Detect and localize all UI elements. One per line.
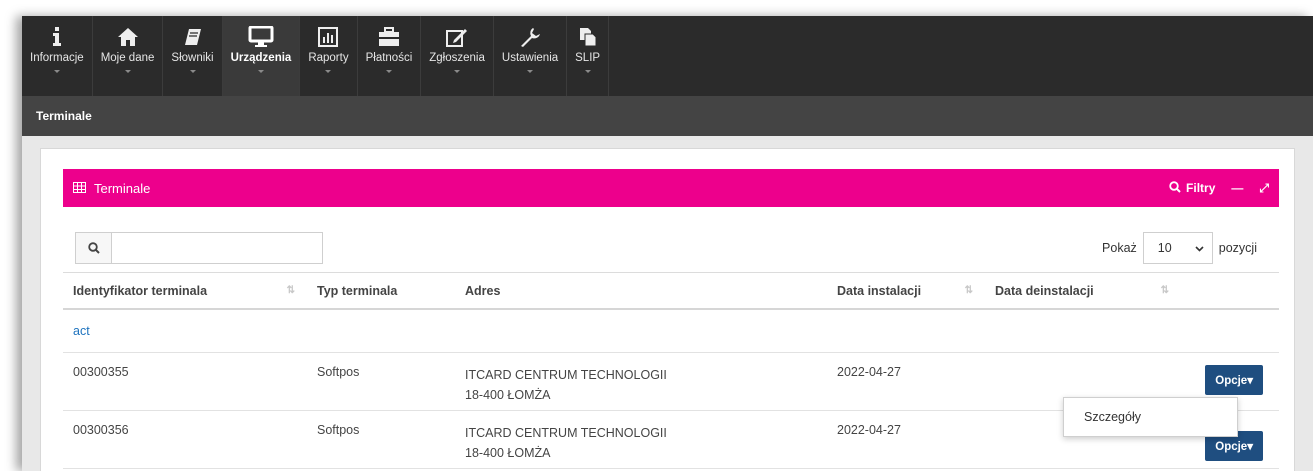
info-icon [51, 24, 63, 50]
address-line-1: ITCARD CENTRUM TECHNOLOGII [465, 425, 667, 440]
column-header-install-date[interactable]: Data instalacji ⇅ [827, 273, 985, 310]
terminal-id: 00300355 [63, 352, 307, 411]
nav-item-zgloszenia[interactable]: Zgłoszenia [421, 16, 494, 96]
address-line-2: 18-400 ŁOMŻA [465, 445, 551, 460]
caret-down-icon: ▾ [1247, 440, 1253, 453]
nav-label: Zgłoszenia [429, 52, 485, 64]
sort-icon: ⇅ [286, 285, 295, 296]
nav-item-platnosci[interactable]: Płatności [358, 16, 422, 96]
nav-item-slip[interactable]: SLIP [567, 16, 610, 96]
terminals-table: Identyfikator terminala ⇅ Typ terminala A… [63, 273, 1279, 469]
column-header-id[interactable]: Identyfikator terminala ⇅ [63, 273, 307, 310]
terminal-type: Softpos [307, 410, 455, 469]
nav-label: SLIP [575, 52, 601, 64]
filters-label: Filtry [1186, 181, 1216, 195]
edit-icon [446, 24, 468, 50]
panel-title-text: Terminale [94, 180, 151, 196]
address-line-2: 18-400 ŁOMŻA [465, 387, 551, 402]
wrench-icon [519, 24, 541, 50]
chevron-down-icon [385, 70, 392, 73]
nav-label: Moje dane [100, 52, 155, 64]
panel-title: Terminale [73, 181, 150, 196]
install-date: 2022-04-27 [827, 410, 985, 469]
page-size-select[interactable]: 10 [1142, 232, 1213, 264]
nav-label: Płatności [365, 52, 413, 64]
breadcrumb: Terminale [22, 96, 1313, 136]
home-icon [117, 24, 139, 50]
nav-item-informacje[interactable]: Informacje [22, 16, 93, 96]
chevron-down-icon [53, 70, 60, 73]
show-label: Pokaż [1102, 241, 1137, 255]
chevron-down-icon [257, 70, 264, 73]
nav-item-urzadzenia[interactable]: Urządzenia [222, 16, 301, 96]
expand-button[interactable]: ⤢ [1259, 181, 1269, 196]
nav-label: Urządzenia [230, 52, 292, 64]
terminal-address: ITCARD CENTRUM TECHNOLOGII 18-400 ŁOMŻA [455, 352, 827, 411]
search-button[interactable] [76, 233, 112, 263]
filters-button[interactable]: Filtry [1169, 180, 1216, 196]
options-button[interactable]: Opcje▾ [1205, 364, 1263, 395]
search-input[interactable] [112, 233, 322, 263]
nav-item-raporty[interactable]: Raporty [300, 16, 358, 96]
positions-label: pozycji [1218, 241, 1257, 255]
page-size-control: Pokaż 10 pozycji [1102, 232, 1257, 264]
nav-label: Raporty [308, 52, 349, 64]
options-dropdown: Szczegóły [1063, 397, 1238, 437]
table-header-row: Identyfikator terminala ⇅ Typ terminala A… [63, 273, 1279, 310]
terminal-id: 00300356 [63, 410, 307, 469]
book-icon [183, 24, 203, 50]
nav-item-ustawienia[interactable]: Ustawienia [494, 16, 568, 96]
table-icon [73, 181, 86, 196]
group-row: act [63, 309, 1279, 353]
panel-actions: Filtry — ⤢ [1169, 181, 1269, 196]
nav-label: Słowniki [171, 52, 214, 64]
chevron-down-icon [189, 70, 196, 73]
copy-icon [579, 24, 597, 50]
bar-chart-icon [318, 24, 339, 50]
caret-down-icon: ▾ [1247, 374, 1253, 387]
column-header-actions [1181, 273, 1279, 310]
sort-icon: ⇅ [964, 285, 973, 296]
terminal-type: Softpos [307, 352, 455, 411]
chevron-down-icon [325, 70, 332, 73]
nav-label: Ustawienia [501, 52, 559, 64]
chevron-down-icon [124, 70, 131, 73]
table-toolbar: Pokaż 10 pozycji [63, 207, 1279, 273]
panel-header: Terminale Filtry — ⤢ [63, 169, 1279, 207]
chevron-down-icon [1195, 241, 1204, 255]
address-line-1: ITCARD CENTRUM TECHNOLOGII [465, 367, 667, 382]
sort-icon: ⇅ [1160, 285, 1169, 296]
group-label[interactable]: act [63, 309, 1279, 353]
column-header-address[interactable]: Adres [455, 273, 827, 310]
breadcrumb-title: Terminale [36, 109, 92, 123]
nav-label: Informacje [30, 52, 84, 64]
install-date: 2022-04-27 [827, 352, 985, 411]
column-header-uninstall-date[interactable]: Data deinstalacji ⇅ [985, 273, 1181, 310]
search-icon [1169, 180, 1181, 196]
terminal-address: ITCARD CENTRUM TECHNOLOGII 18-400 ŁOMŻA [455, 410, 827, 469]
search-box [75, 232, 323, 264]
app-window: Informacje Moje dane Słowniki Urządzenia [22, 16, 1313, 471]
dropdown-item-details[interactable]: Szczegóły [1084, 410, 1141, 424]
chevron-down-icon [584, 70, 591, 73]
chevron-down-icon [454, 70, 461, 73]
briefcase-icon [378, 24, 400, 50]
nav-item-slowniki[interactable]: Słowniki [163, 16, 223, 96]
page-size-value: 10 [1157, 241, 1172, 255]
column-header-type[interactable]: Typ terminala [307, 273, 455, 310]
nav-item-moje-dane[interactable]: Moje dane [93, 16, 164, 96]
search-icon [87, 242, 100, 254]
minimize-button[interactable]: — [1231, 181, 1243, 195]
top-navigation: Informacje Moje dane Słowniki Urządzenia [22, 16, 1313, 96]
chevron-down-icon [527, 70, 534, 73]
monitor-icon [248, 24, 274, 50]
